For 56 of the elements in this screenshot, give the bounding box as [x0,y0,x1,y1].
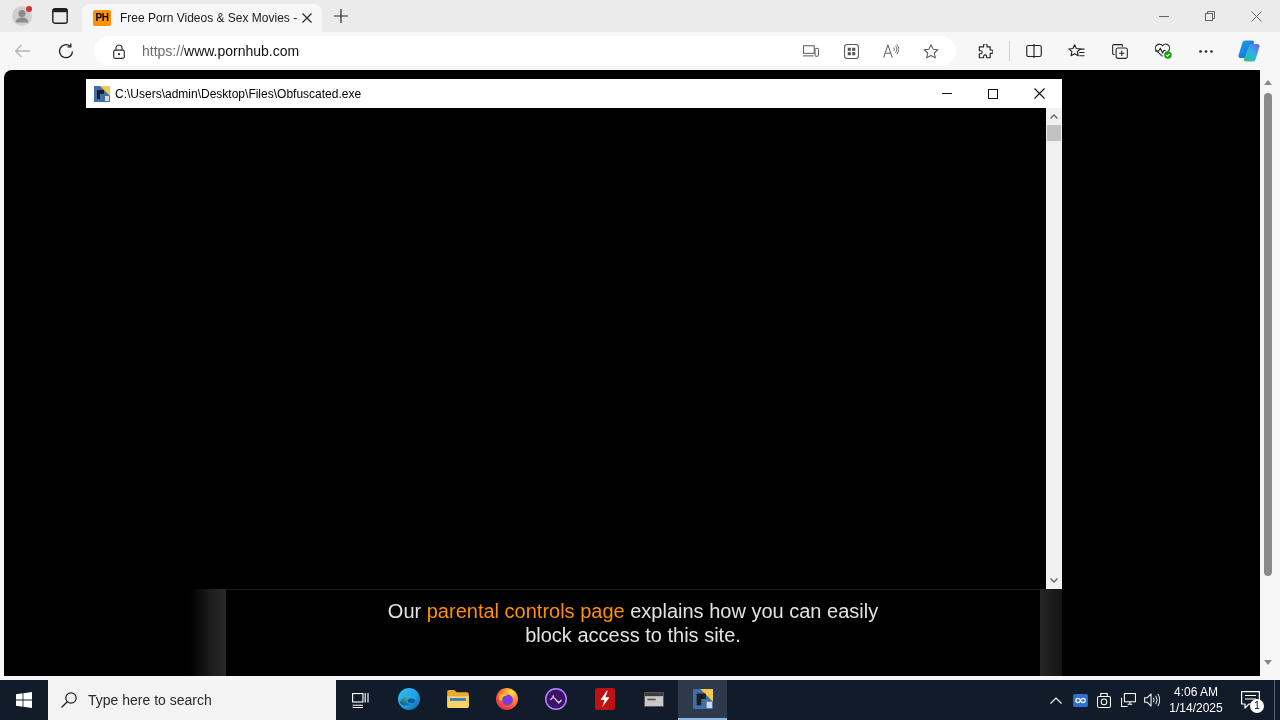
scrollbar-thumb[interactable] [1047,125,1061,141]
new-tab-icon[interactable] [334,9,348,23]
program-icon[interactable] [692,689,713,709]
window-title: C:\Users\admin\Desktop\Files\Obfuscated.exe [115,86,362,101]
collections-icon[interactable] [1111,43,1128,59]
search-field[interactable]: Type here to search [48,680,336,720]
network-icon[interactable] [1120,693,1136,707]
refresh-icon[interactable] [58,43,74,59]
heart-pulse-icon[interactable] [1153,43,1172,59]
browser-tab[interactable]: PH Free Porn Videos & Sex Movies - [82,4,322,32]
start-icon[interactable] [16,692,32,708]
profile-avatar-icon[interactable] [11,5,33,27]
scroll-down-icon[interactable] [1264,660,1272,665]
favorites-icon[interactable] [1068,43,1085,59]
swirl-logo-icon[interactable] [397,688,420,710]
camera-icon[interactable] [1097,692,1111,708]
infinity-tile-icon[interactable] [1072,693,1088,707]
tab-actions-icon[interactable] [52,8,68,24]
parental-controls-notice: Our parental controls page explains how you can easily block access to this site. [386,599,880,647]
close-icon[interactable] [1033,88,1045,99]
scroll-up-icon[interactable] [1050,114,1058,119]
maximize-icon[interactable] [988,88,998,99]
read-aloud-icon[interactable] [883,44,899,58]
fox-logo-icon[interactable] [495,688,518,710]
window-icon[interactable] [643,691,664,707]
task-view-icon[interactable] [351,692,369,708]
more-icon[interactable] [1198,49,1213,53]
search-icon [61,692,77,708]
close-tab-icon[interactable] [302,13,312,23]
site-favicon: PH [93,10,111,26]
split-screen-icon[interactable] [1025,44,1042,58]
console-scrollbar[interactable] [1046,108,1062,589]
orb-logo-icon[interactable] [544,688,567,710]
scroll-up-icon[interactable] [1264,80,1272,85]
lightning-tile-icon[interactable] [594,688,615,710]
program-icon [94,85,110,102]
lock-icon[interactable] [113,43,125,59]
notification-icon[interactable] [1240,691,1260,709]
address-field[interactable]: https://www.pornhub.com [94,36,956,66]
favorite-star-icon[interactable] [923,43,939,59]
speaker-icon[interactable] [1144,693,1160,707]
notification-badge: 1 [1250,699,1264,713]
scrollbar-thumb[interactable] [1264,93,1272,576]
clock-date: 1/14/2025 [1169,700,1223,716]
restore-icon[interactable] [1205,11,1215,21]
parental-controls-link[interactable]: parental controls page [426,600,625,622]
devices-icon[interactable] [803,45,819,57]
slanted-tiles-logo-icon[interactable] [1237,40,1260,62]
clock-time: 4:06 AM [1174,684,1218,700]
extensions-icon[interactable] [977,43,993,59]
scroll-down-icon[interactable] [1050,578,1058,583]
folder-icon[interactable] [446,690,469,708]
apps-grid-icon[interactable] [843,43,859,59]
taskbar-app-button[interactable] [678,680,727,720]
minimize-icon[interactable] [1159,15,1169,17]
show-hidden-icons-icon[interactable] [1050,696,1062,704]
